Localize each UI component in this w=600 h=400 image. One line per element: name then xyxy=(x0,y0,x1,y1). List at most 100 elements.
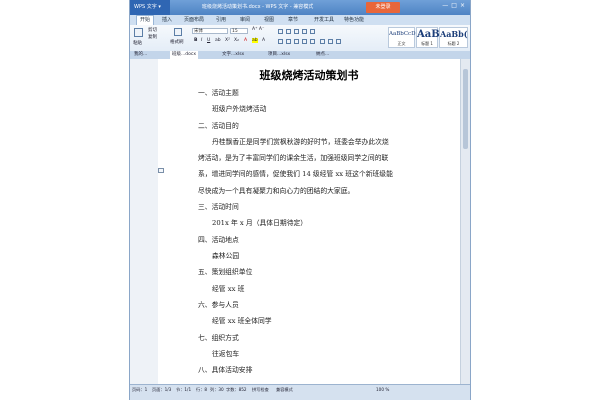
text-organizer: 经管 xx 班 xyxy=(212,285,245,293)
document-tab-bar: 我的... 班级...docx 文字...xlsx 项目...xlsx 纳点..… xyxy=(130,51,470,59)
format-painter-label[interactable]: 格式刷 xyxy=(170,39,184,45)
ribbon: 粘贴 剪切 复制 格式刷 宋体 15 A⁺ A⁻ B I U ab X² X₂ … xyxy=(130,25,470,52)
style-heading-1[interactable]: AaB 标题 1 xyxy=(416,27,440,48)
app-menu-button[interactable]: WPS 文字 ▾ xyxy=(130,0,170,15)
style-normal-sample: AaBbCcD xyxy=(389,31,416,37)
style-normal-label: 正文 xyxy=(397,41,406,46)
decrease-indent-icon[interactable] xyxy=(294,29,299,34)
close-icon[interactable]: × xyxy=(460,2,468,9)
doc-tab-3[interactable]: 文字...xlsx xyxy=(222,51,244,59)
status-word-count[interactable]: 字数：852 xyxy=(226,385,247,395)
font-grow-icon[interactable]: A⁺ A⁻ xyxy=(252,27,264,32)
heading-time: 三、活动时间 xyxy=(198,203,239,211)
cut-button[interactable]: 剪切 xyxy=(148,27,157,33)
menu-review[interactable]: 审阅 xyxy=(240,15,250,25)
status-page-num: 页码：1 xyxy=(132,387,148,392)
text-location: 森林公园 xyxy=(212,252,240,260)
text-theme: 班级户外烧烤活动 xyxy=(212,105,267,113)
align-center-icon[interactable] xyxy=(286,39,291,44)
status-spell-check[interactable]: 拼写检查 xyxy=(252,385,269,395)
heading-schedule: 八、具体活动安排 xyxy=(198,366,253,374)
menu-home[interactable]: 开始 xyxy=(136,15,155,25)
status-row: 行：8 xyxy=(196,387,208,392)
doc-tab-4[interactable]: 项目...xlsx xyxy=(268,51,290,59)
title-bar: WPS 文字 ▾ 班级烧烤活动策划书.docx - WPS 文字 - 兼容模式 … xyxy=(130,0,470,15)
maximize-icon[interactable]: □ xyxy=(451,2,460,9)
document-area[interactable]: 班级烧烤活动策划书 一、活动主题 班级户外烧烤活动 二、活动目的 丹桂飘香正是同… xyxy=(130,59,470,384)
highlight-icon[interactable]: ab xyxy=(252,38,258,43)
sort-icon[interactable] xyxy=(310,29,315,34)
paste-icon[interactable] xyxy=(134,28,143,37)
style-heading-2-label: 标题 2 xyxy=(447,41,460,46)
menu-references[interactable]: 引用 xyxy=(216,15,226,25)
status-pages: 页面：1/3 xyxy=(152,387,172,392)
status-section: 节：1/1 xyxy=(176,387,192,392)
status-col: 列：30 xyxy=(210,387,224,392)
style-heading-2-sample: AaBb( xyxy=(440,29,468,39)
font-color-icon[interactable]: A xyxy=(244,38,247,43)
scrollbar-thumb[interactable] xyxy=(463,69,468,149)
numbering-icon[interactable] xyxy=(286,29,291,34)
bold-icon[interactable]: B xyxy=(194,38,197,43)
text-purpose-3: 系，增进同学间的感情，促使我们 14 级经管 xx 班这个新班级能 xyxy=(198,170,393,178)
superscript-icon[interactable]: X² xyxy=(225,38,230,43)
align-left-icon[interactable] xyxy=(278,39,283,44)
wps-window: WPS 文字 ▾ 班级烧烤活动策划书.docx - WPS 文字 - 兼容模式 … xyxy=(129,0,471,400)
italic-icon[interactable]: I xyxy=(201,38,202,43)
text-time: 201x 年 x 月（具体日期待定） xyxy=(212,219,308,227)
document-page[interactable]: 班级烧烤活动策划书 一、活动主题 班级户外烧烤活动 二、活动目的 丹桂飘香正是同… xyxy=(158,59,460,384)
heading-purpose: 二、活动目的 xyxy=(198,122,239,130)
style-normal[interactable]: AaBbCcD 正文 xyxy=(388,27,416,48)
window-title: 班级烧烤活动策划书.docx - WPS 文字 - 兼容模式 xyxy=(202,4,314,10)
align-right-icon[interactable] xyxy=(294,39,299,44)
style-heading-1-label: 标题 1 xyxy=(421,41,433,46)
doc-tab-1[interactable]: 我的... xyxy=(134,51,147,59)
minimize-icon[interactable]: — xyxy=(442,2,451,9)
text-purpose-1: 丹桂飘香正是同学们赏枫秋游的好时节，班委会举办此次烧 xyxy=(212,138,389,146)
heading-participants: 六、参与人员 xyxy=(198,301,239,309)
menu-special[interactable]: 特色功能 xyxy=(344,15,364,25)
heading-method: 七、组织方式 xyxy=(198,334,239,342)
menu-insert[interactable]: 插入 xyxy=(162,15,172,25)
style-heading-2[interactable]: AaBb( 标题 2 xyxy=(439,27,468,48)
char-shading-icon[interactable]: A xyxy=(262,38,265,43)
doc-tab-2[interactable]: 班级...docx xyxy=(170,51,199,59)
menu-developer[interactable]: 开发工具 xyxy=(314,15,334,25)
text-method: 往返包车 xyxy=(212,350,240,358)
window-controls: —□× xyxy=(442,2,468,9)
font-size-select[interactable]: 15 xyxy=(230,28,248,34)
text-purpose-2: 烤活动，是为了丰富同学们的课余生活，加强班级同学之间的联 xyxy=(198,154,389,162)
bullets-icon[interactable] xyxy=(278,29,283,34)
menu-view[interactable]: 视图 xyxy=(264,15,274,25)
subscript-icon[interactable]: X₂ xyxy=(234,38,239,43)
shading-icon[interactable] xyxy=(328,39,333,44)
document-title: 班级烧烤活动策划书 xyxy=(259,69,359,82)
vertical-scrollbar[interactable] xyxy=(460,59,470,384)
doc-tab-5[interactable]: 纳点... xyxy=(316,51,329,59)
menu-chapter[interactable]: 章节 xyxy=(288,15,298,25)
login-button[interactable]: 未登录 xyxy=(366,2,400,13)
underline-icon[interactable]: U xyxy=(207,38,210,43)
app-name: WPS 文字 xyxy=(134,4,157,10)
line-spacing-icon[interactable] xyxy=(310,39,315,44)
menu-bar: 开始 插入 页面布局 引用 审阅 视图 章节 开发工具 特色功能 xyxy=(130,15,470,25)
increase-indent-icon[interactable] xyxy=(302,29,307,34)
borders-icon[interactable] xyxy=(320,39,325,44)
show-marks-icon[interactable] xyxy=(336,39,341,44)
status-compat-mode: 兼容模式 xyxy=(276,387,293,392)
text-participants: 经管 xx 班全体同学 xyxy=(212,317,272,325)
font-name-select[interactable]: 宋体 xyxy=(192,28,228,34)
status-bar: 页码：1 页面：1/3 节：1/1 行：8 列：30 字数：852 拼写检查 兼… xyxy=(130,384,470,400)
justify-icon[interactable] xyxy=(302,39,307,44)
heading-location: 四、活动地点 xyxy=(198,236,239,244)
status-zoom[interactable]: 100 % xyxy=(376,385,389,395)
heading-organizer: 五、策划组织单位 xyxy=(198,268,253,276)
text-purpose-4: 尽快成为一个具有凝聚力和向心力的团结的大家庭。 xyxy=(198,187,355,195)
format-painter-icon[interactable] xyxy=(174,28,182,36)
menu-page-layout[interactable]: 页面布局 xyxy=(184,15,204,25)
copy-button[interactable]: 复制 xyxy=(148,34,157,40)
paste-label[interactable]: 粘贴 xyxy=(133,40,142,46)
paragraph-margin-icon[interactable] xyxy=(158,168,164,173)
strikethrough-icon[interactable]: ab xyxy=(215,38,221,43)
style-heading-1-sample: AaB xyxy=(417,29,440,40)
